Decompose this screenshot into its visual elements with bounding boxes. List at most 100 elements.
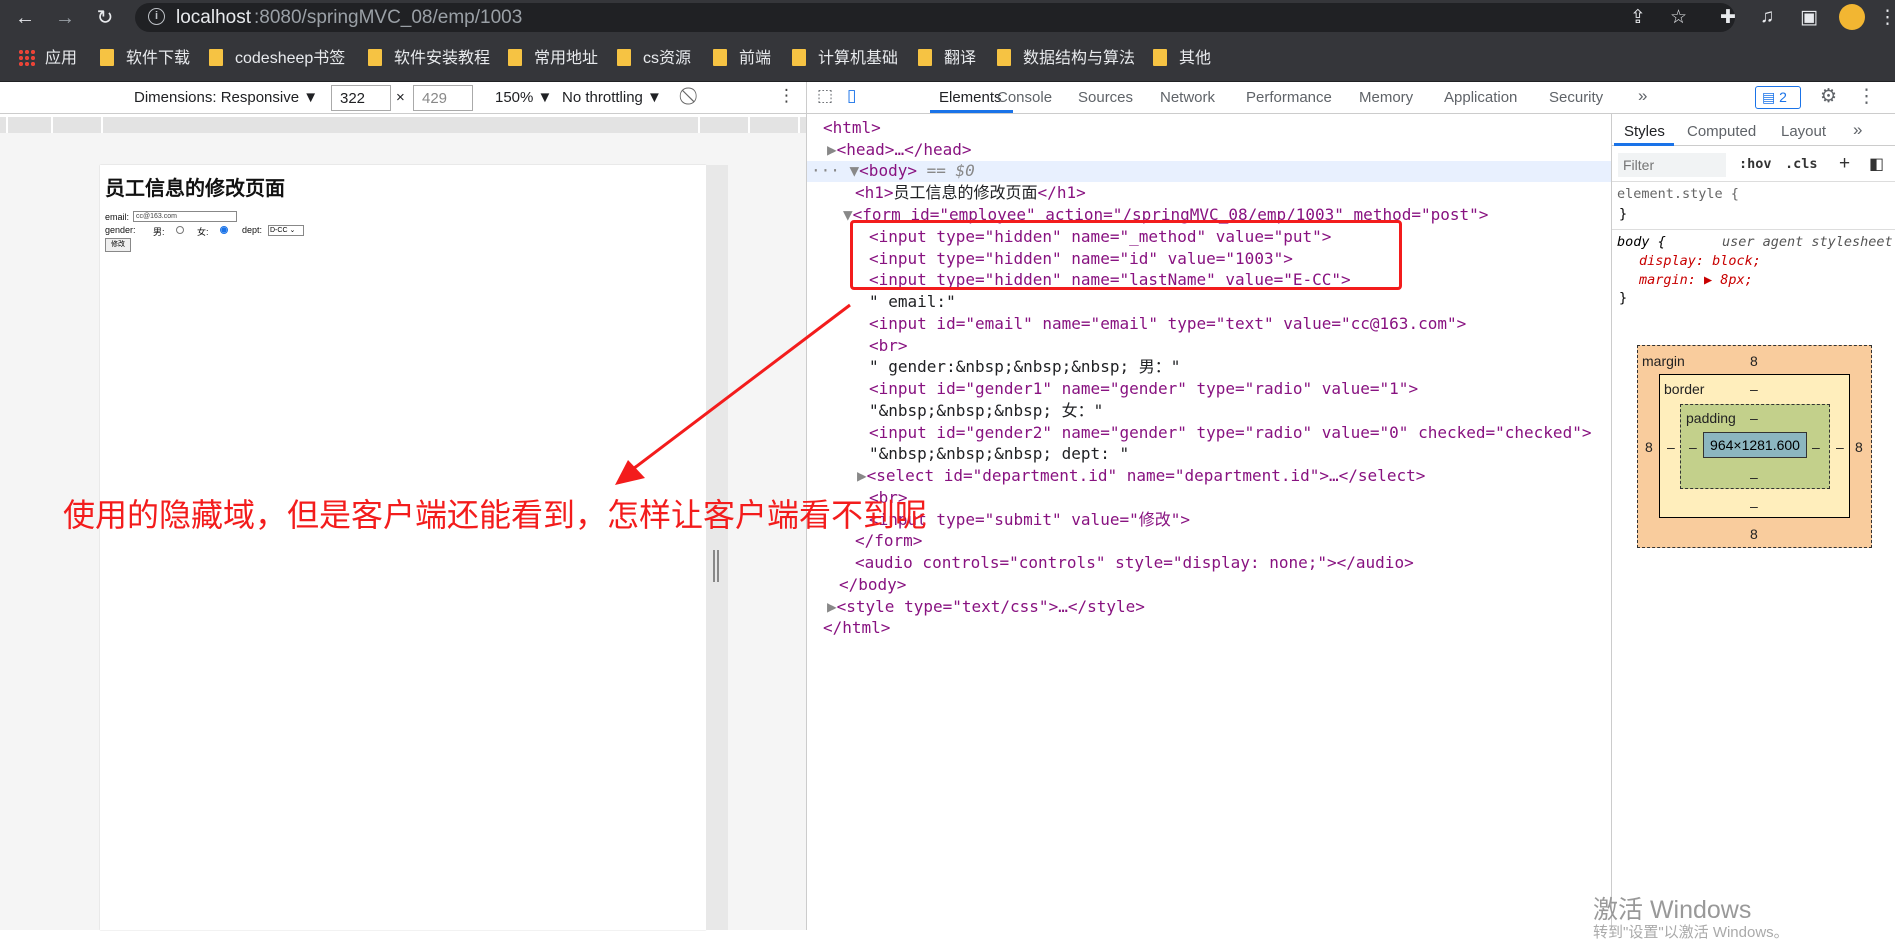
devtools-menu-icon[interactable]: ⋮	[1857, 85, 1876, 108]
viewport-resizer[interactable]	[706, 165, 728, 930]
prop-margin[interactable]: margin: ▶ 8px;	[1639, 272, 1753, 288]
width-input[interactable]	[331, 85, 391, 111]
tree-node[interactable]: </html>	[823, 618, 890, 638]
bookmark-item[interactable]: 计算机基础	[792, 48, 898, 70]
bookmark-item[interactable]: 常用地址	[508, 48, 598, 70]
info-icon[interactable]: i	[148, 8, 165, 25]
reload-icon[interactable]: ↻	[92, 5, 118, 31]
element-style-selector[interactable]: element.style {	[1617, 186, 1739, 202]
back-arrow-icon[interactable]: ←	[12, 5, 38, 31]
inspect-element-icon[interactable]: ⬚	[817, 86, 833, 106]
more-tabs-icon[interactable]: »	[1638, 86, 1647, 106]
add-rule-icon[interactable]: +	[1839, 153, 1850, 175]
expand-triangle-icon[interactable]: ▶	[827, 140, 837, 159]
tree-node[interactable]: <input id="gender2" name="gender" type="…	[869, 423, 1591, 443]
issues-badge[interactable]: ▤ 2	[1755, 86, 1801, 109]
border-right-value[interactable]: –	[1836, 439, 1844, 455]
bookmark-item[interactable]: 其他	[1153, 48, 1211, 70]
height-input[interactable]	[413, 85, 473, 111]
padding-right-value[interactable]: –	[1812, 439, 1820, 455]
bookmark-item[interactable]: 软件安装教程	[368, 48, 490, 70]
hov-toggle[interactable]: :hov	[1739, 156, 1772, 172]
settings-gear-icon[interactable]: ⚙	[1820, 85, 1837, 108]
tab-application[interactable]: Application	[1444, 89, 1517, 106]
bookmark-item[interactable]: codesheep书签	[209, 48, 345, 70]
tree-node[interactable]: <h1>员工信息的修改页面</h1>	[855, 183, 1086, 203]
margin-bottom-value[interactable]: 8	[1750, 526, 1758, 542]
more-options-icon[interactable]: ⋮	[778, 86, 795, 106]
tab-console[interactable]: Console	[997, 89, 1052, 106]
bookmark-item[interactable]: 数据结构与算法	[997, 48, 1135, 70]
dept-label: dept:	[242, 225, 263, 235]
tree-node[interactable]: <br>	[869, 336, 908, 356]
tab-sources[interactable]: Sources	[1078, 89, 1133, 106]
tree-node[interactable]: <input id="email" name="email" type="tex…	[869, 314, 1466, 334]
tree-node[interactable]: <audio controls="controls" style="displa…	[855, 553, 1414, 573]
more-panels-icon[interactable]: »	[1853, 120, 1862, 140]
bookmark-item[interactable]: 翻译	[918, 48, 976, 70]
menu-kebab-icon[interactable]: ⋮	[1878, 6, 1895, 29]
margin-right-value[interactable]: 8	[1855, 439, 1863, 455]
forward-arrow-icon[interactable]: →	[52, 5, 78, 31]
tree-text[interactable]: " email:"	[869, 292, 956, 312]
share-icon[interactable]: ⇪	[1630, 6, 1646, 29]
tab-layout[interactable]: Layout	[1781, 123, 1826, 140]
padding-bottom-value[interactable]: –	[1750, 469, 1758, 485]
dept-select[interactable]: D-CC ⌄	[268, 225, 304, 236]
margin-top-value[interactable]: 8	[1750, 353, 1758, 369]
tab-elements[interactable]: Elements	[939, 89, 1002, 106]
tab-network[interactable]: Network	[1160, 89, 1215, 106]
gender-male-radio[interactable]	[176, 226, 184, 234]
tab-memory[interactable]: Memory	[1359, 89, 1413, 106]
sidepanel-icon[interactable]: ▣	[1800, 6, 1818, 29]
tree-node[interactable]: ▶<head>…</head>	[827, 140, 972, 160]
media-icon[interactable]: ♫	[1760, 6, 1774, 28]
bookmark-item[interactable]: 软件下载	[100, 48, 190, 70]
device-viewport	[100, 165, 706, 930]
prop-display[interactable]: display: block;	[1639, 253, 1761, 269]
gender-female-radio[interactable]	[220, 226, 228, 234]
padding-left-value[interactable]: –	[1689, 439, 1697, 455]
throttle-select[interactable]: No throttling ▼	[562, 89, 662, 106]
tree-text[interactable]: "&nbsp;&nbsp;&nbsp; 女："	[869, 401, 1103, 421]
profile-avatar[interactable]	[1839, 4, 1865, 30]
resize-handle-icon[interactable]	[713, 550, 719, 582]
body-selector[interactable]: body {	[1617, 234, 1666, 250]
margin-left-value[interactable]: 8	[1645, 439, 1653, 455]
tab-security[interactable]: Security	[1549, 89, 1603, 106]
tab-computed[interactable]: Computed	[1687, 123, 1756, 140]
border-left-value[interactable]: –	[1667, 439, 1675, 455]
media-query-bar[interactable]	[0, 117, 806, 133]
tree-node[interactable]: <input id="gender1" name="gender" type="…	[869, 379, 1418, 399]
tree-text[interactable]: " gender:&nbsp;&nbsp;&nbsp; 男："	[869, 357, 1180, 377]
box-model-content[interactable]: 964×1281.600	[1703, 432, 1807, 458]
device-toolbar: Dimensions: Responsive ▼ × 150% ▼ No thr…	[0, 82, 806, 114]
tree-node[interactable]: ▶<style type="text/css">…</style>	[827, 597, 1145, 617]
extensions-puzzle-icon[interactable]: ✚	[1720, 6, 1736, 29]
border-top-value[interactable]: –	[1750, 381, 1758, 397]
email-input[interactable]: cc@163.com	[133, 211, 237, 222]
tree-text[interactable]: "&nbsp;&nbsp;&nbsp; dept: "	[869, 444, 1129, 464]
submit-button[interactable]: 修改	[105, 238, 131, 252]
tab-performance[interactable]: Performance	[1246, 89, 1332, 106]
padding-top-value[interactable]: –	[1750, 410, 1758, 426]
bookmark-star-icon[interactable]: ☆	[1670, 6, 1687, 29]
tree-node[interactable]: ▶<select id="department.id" name="depart…	[857, 466, 1425, 486]
border-bottom-value[interactable]: –	[1750, 498, 1758, 514]
styles-divider[interactable]	[1611, 114, 1612, 930]
bookmark-item[interactable]: cs资源	[617, 48, 691, 70]
tree-node[interactable]: </body>	[839, 575, 906, 595]
folder-icon	[209, 49, 223, 66]
tree-node[interactable]: <html>	[823, 118, 881, 138]
tab-styles[interactable]: Styles	[1624, 123, 1665, 140]
device-toggle-icon[interactable]: ▯	[847, 86, 856, 106]
bookmark-apps[interactable]: 应用	[18, 48, 77, 70]
rule-separator	[1612, 229, 1895, 230]
toggle-sidebar-icon[interactable]: ◧	[1869, 154, 1884, 174]
dimensions-select[interactable]: Dimensions: Responsive ▼	[134, 89, 318, 106]
bookmark-item[interactable]: 前端	[713, 48, 771, 70]
tree-node-body[interactable]: ··· ▼<body> == $0	[811, 161, 975, 181]
zoom-select[interactable]: 150% ▼	[495, 89, 552, 106]
styles-filter-input[interactable]	[1618, 153, 1726, 177]
cls-toggle[interactable]: .cls	[1785, 156, 1818, 172]
